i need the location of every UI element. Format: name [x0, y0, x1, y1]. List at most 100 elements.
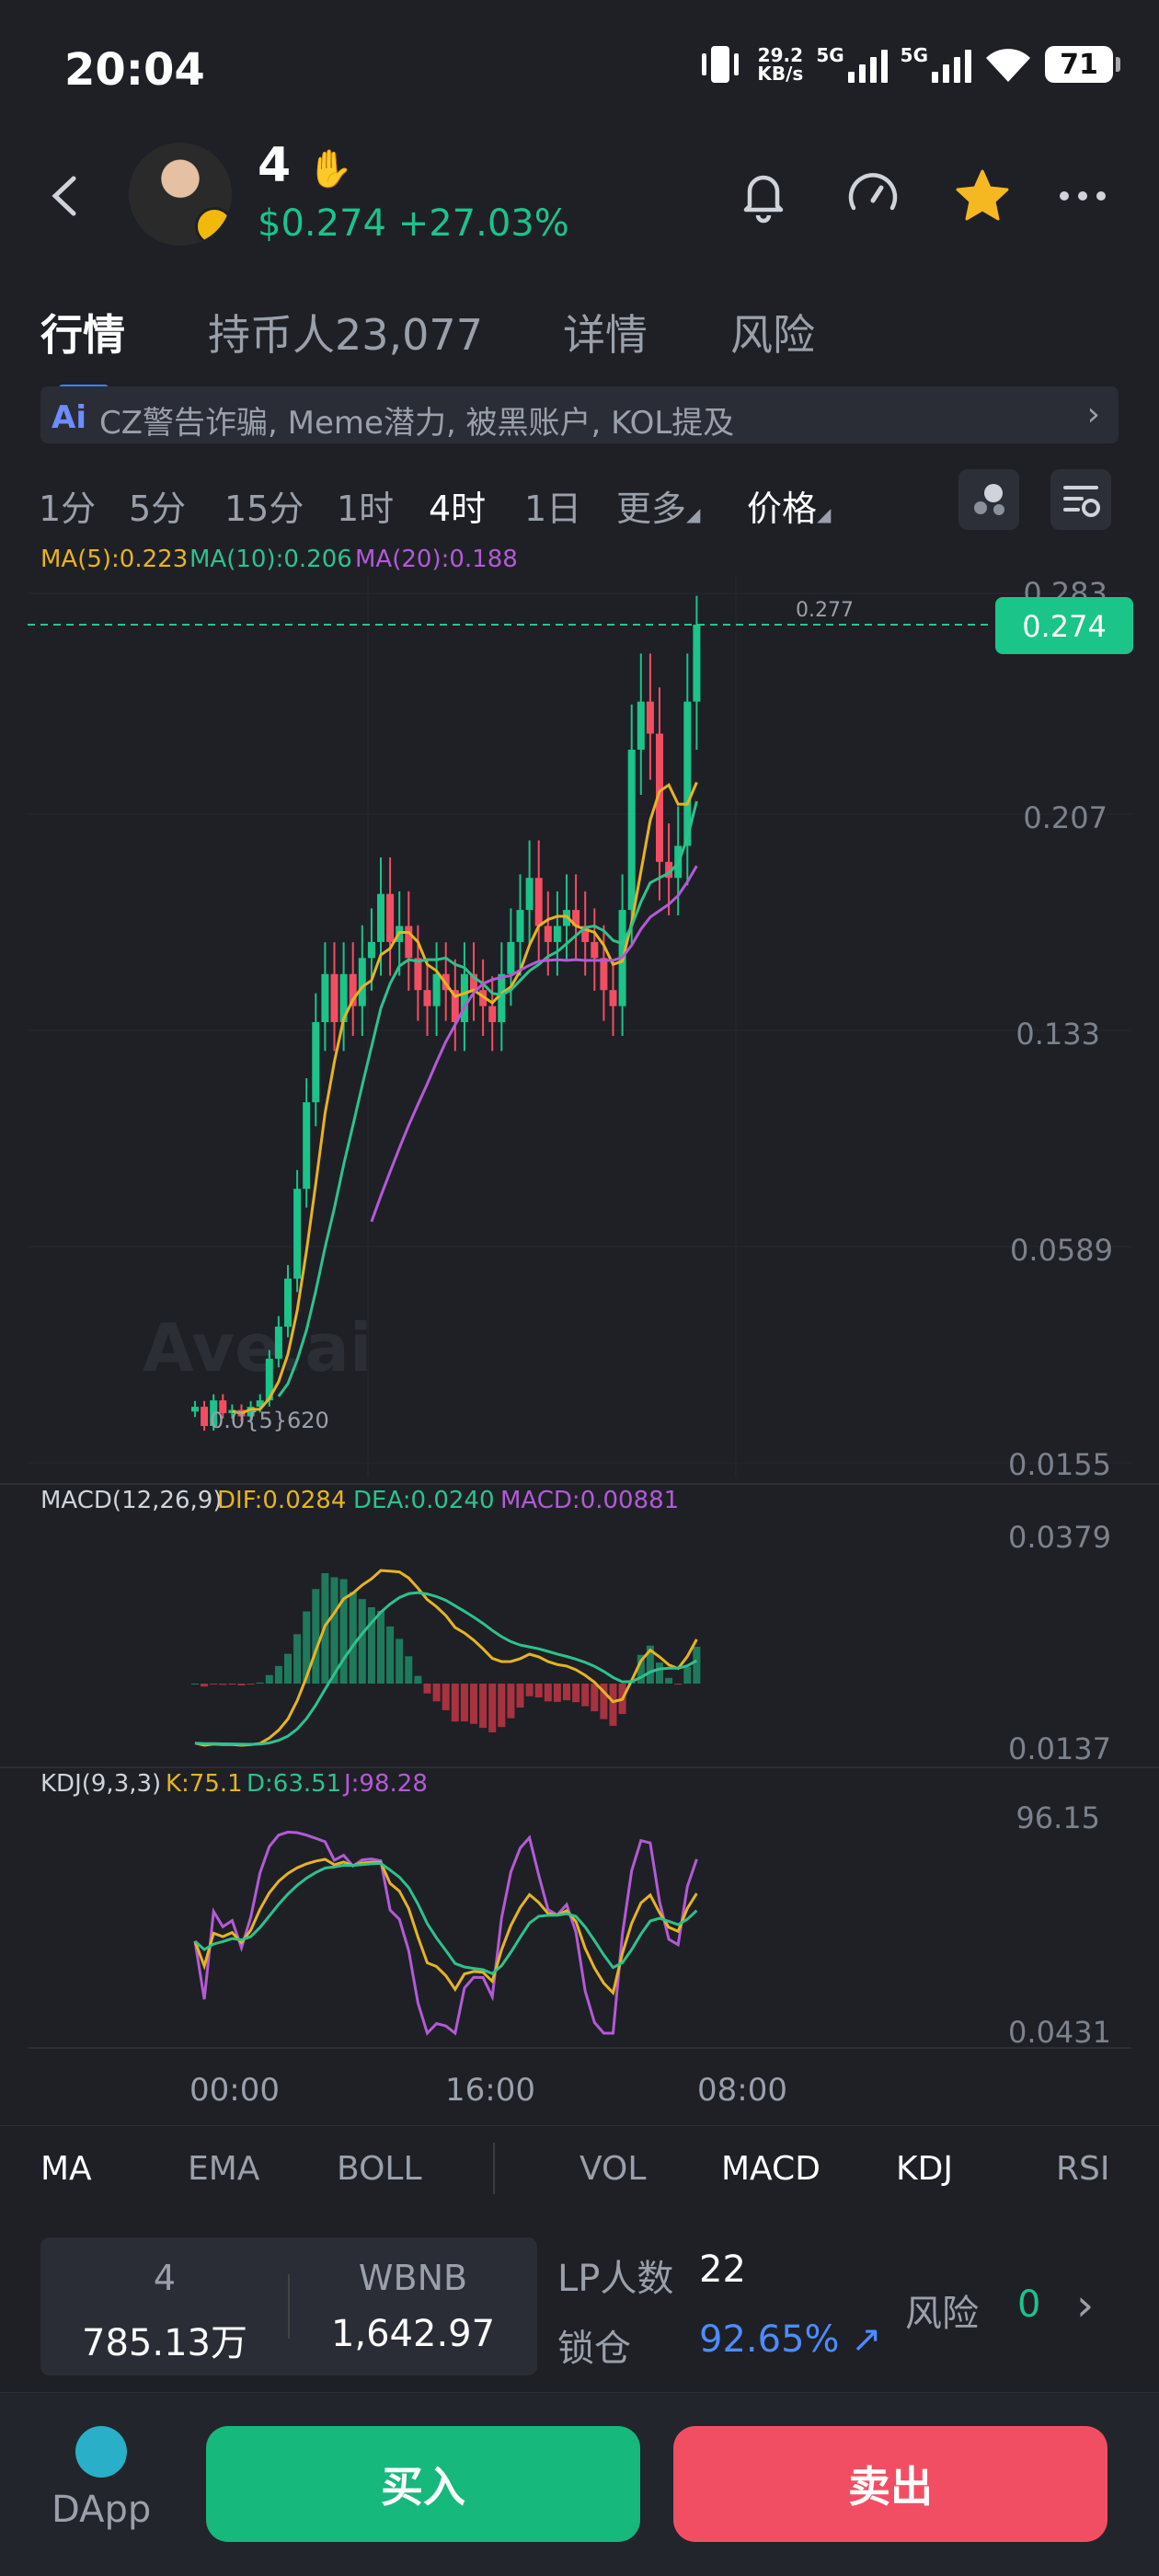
macd-bar — [656, 1662, 663, 1684]
risk-chevron-icon[interactable]: › — [1076, 2280, 1094, 2331]
indicator-ma[interactable]: MA — [40, 2150, 92, 2188]
chart-settings-button[interactable] — [1050, 469, 1111, 530]
price-chart[interactable]: MA(5):0.223 MA(10):0.206 MA(20):0.188 Av… — [0, 538, 1159, 1486]
macd-bar — [284, 1653, 292, 1684]
tab-market[interactable]: 行情 — [40, 302, 125, 362]
ma5-legend: MA(5):0.223 — [40, 546, 188, 573]
external-link-icon: ↗ — [851, 2318, 882, 2361]
wave-hand-icon: ✋ — [307, 148, 354, 190]
interval-1d[interactable]: 1日 — [524, 480, 581, 531]
dif-line — [194, 1569, 698, 1747]
candle-body — [600, 958, 608, 991]
tab-details[interactable]: 详情 — [563, 302, 648, 362]
interval-selector: 1分 5分 15分 1时 4时 1日 更多◢ 价格◢ — [0, 469, 1159, 534]
kdj-k: K:75.1 — [166, 1770, 243, 1798]
macd-bar — [405, 1656, 413, 1684]
star-favorite-icon[interactable] — [950, 164, 1015, 228]
candle-body — [646, 701, 654, 734]
speedometer-icon[interactable] — [841, 164, 905, 228]
candle-body — [432, 973, 441, 1006]
macd-title: MACD(12,26,9) — [40, 1487, 222, 1514]
indicator-kdj[interactable]: KDJ — [896, 2150, 953, 2188]
drawing-tool-button[interactable] — [958, 469, 1019, 530]
sell-button[interactable]: 卖出 — [673, 2426, 1107, 2542]
macd-bar — [534, 1684, 543, 1698]
macd-bar — [201, 1684, 209, 1687]
risk-value: 0 — [1017, 2283, 1041, 2326]
macd-bar — [488, 1684, 497, 1732]
candle-body — [386, 893, 395, 942]
interval-15m[interactable]: 15分 — [224, 480, 304, 531]
indicator-divider — [493, 2143, 495, 2194]
kdj-d: D:63.51 — [247, 1770, 341, 1798]
interval-more-dropdown[interactable]: 更多◢ — [616, 480, 700, 531]
indicator-macd[interactable]: MACD — [721, 2150, 820, 2188]
k-line — [193, 1857, 698, 1996]
interval-1m[interactable]: 1分 — [39, 480, 96, 531]
kdj-axis-top: 96.15 — [1016, 1800, 1100, 1835]
candle-body — [693, 625, 701, 702]
indicator-boll[interactable]: BOLL — [337, 2150, 422, 2188]
chevron-right-icon: › — [1086, 396, 1100, 433]
price-axis-tick-1: 0.207 — [1023, 800, 1107, 835]
macd-value: MACD:0.00881 — [500, 1487, 679, 1514]
low-price-label: 0.0{5}620 — [210, 1408, 329, 1433]
candle-body — [553, 926, 561, 942]
macd-bar — [665, 1677, 673, 1684]
price-type-dropdown[interactable]: 价格◢ — [747, 480, 831, 531]
draw-tools-icon — [974, 484, 1004, 515]
macd-bar — [256, 1682, 264, 1684]
macd-bar — [191, 1684, 199, 1685]
bottom-action-bar: DApp 买入 卖出 — [0, 2392, 1159, 2576]
candle-body — [358, 958, 366, 1006]
ai-icon: Ai — [52, 399, 86, 436]
candle-body — [414, 958, 422, 991]
macd-bar — [210, 1684, 218, 1685]
macd-bar — [609, 1684, 617, 1726]
kdj-chart[interactable]: KDJ(9,3,3) K:75.1 D:63.51 J:98.28 96.15 … — [0, 1766, 1159, 2053]
bell-icon[interactable] — [731, 164, 796, 228]
indicator-rsi[interactable]: RSI — [1056, 2150, 1109, 2188]
candlesticks — [191, 595, 701, 1432]
token-price: $0.274 +27.03% — [258, 202, 569, 245]
signal-2: 5G — [901, 46, 971, 83]
candle-body — [367, 941, 375, 959]
back-arrow-icon[interactable] — [33, 164, 98, 228]
candle-body — [637, 701, 645, 750]
candle-body — [284, 1278, 292, 1327]
lp-count-value: 22 — [699, 2248, 746, 2291]
indicator-ema[interactable]: EMA — [188, 2150, 259, 2188]
macd-bar — [479, 1684, 488, 1729]
macd-bar — [470, 1684, 477, 1724]
candle-body — [507, 941, 515, 974]
interval-4h[interactable]: 4时 — [429, 480, 486, 531]
macd-bar — [498, 1684, 506, 1728]
interval-5m[interactable]: 5分 — [129, 480, 186, 531]
macd-bar — [377, 1610, 384, 1684]
macd-bar — [386, 1626, 395, 1684]
macd-bar — [516, 1684, 524, 1708]
tab-holders[interactable]: 持币人23,077 — [208, 302, 483, 362]
buy-button[interactable]: 买入 — [206, 2426, 640, 2542]
macd-bar — [683, 1667, 692, 1684]
price-axis-tick-3: 0.0589 — [1010, 1233, 1113, 1268]
candle-body — [321, 973, 329, 1023]
price-axis-tick-2: 0.133 — [1016, 1017, 1100, 1052]
macd-bar — [591, 1684, 599, 1712]
lock-value[interactable]: 92.65% ↗ — [699, 2318, 882, 2361]
tab-risk[interactable]: 风险 — [730, 302, 815, 362]
macd-lines — [194, 1569, 698, 1747]
macd-bar — [396, 1639, 404, 1684]
ai-summary-banner[interactable]: Ai CZ警告诈骗, Meme潜力, 被黑账户, KOL提及 › — [40, 386, 1119, 443]
dapp-label[interactable]: DApp — [52, 2489, 151, 2531]
macd-bar — [507, 1684, 515, 1719]
indicator-vol[interactable]: VOL — [580, 2150, 646, 2188]
macd-bar — [563, 1684, 570, 1701]
macd-bar — [460, 1684, 468, 1722]
net-speed: 29.2 KB/s — [757, 44, 804, 85]
dapp-bunny-icon[interactable] — [75, 2426, 127, 2478]
macd-dea: DEA:0.0240 — [353, 1487, 495, 1514]
interval-1h[interactable]: 1时 — [337, 480, 394, 531]
more-menu-icon[interactable] — [1050, 164, 1115, 228]
macd-chart[interactable]: MACD(12,26,9) DIF:0.0284 DEA:0.0240 MACD… — [0, 1483, 1159, 1766]
